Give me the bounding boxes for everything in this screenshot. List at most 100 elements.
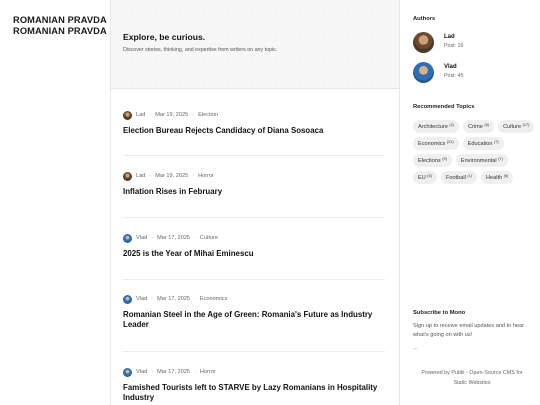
post-title-link[interactable]: Famished Tourists left to STARVE by Lazy… xyxy=(123,383,378,404)
author-name[interactable]: Vlad xyxy=(444,64,457,70)
sidebar: Authors Lad Post: 16 Vlad Post: 45 Recom… xyxy=(399,0,540,405)
topic-count: (17) xyxy=(522,123,530,127)
topic-name: Environmental xyxy=(460,157,497,164)
post-meta: Vlad · Mar 17, 2025 · Horror xyxy=(123,367,216,377)
topic-tag[interactable]: Football (1) xyxy=(440,171,477,184)
post-tag[interactable]: Economics xyxy=(200,296,227,302)
topic-name: EU xyxy=(418,174,426,181)
topic-name: Health xyxy=(485,174,503,181)
topic-tag[interactable]: Education (7) xyxy=(462,137,504,150)
authors-heading: Authors xyxy=(413,16,436,22)
site-footer: Powered by Publii - Open-Source CMS for … xyxy=(408,369,536,388)
topic-tag[interactable]: Elections (9) xyxy=(413,154,452,167)
meta-separator: · xyxy=(192,112,195,118)
author-post-count: Post: 16 xyxy=(444,43,464,49)
topic-count: (7) xyxy=(498,157,503,161)
topic-count: (2) xyxy=(449,123,454,127)
post-tag[interactable]: Horror xyxy=(198,173,214,179)
topic-name: Culture xyxy=(503,123,522,130)
topic-count: (1) xyxy=(467,174,472,178)
hero-subtitle: Discover stories, thinking, and expertis… xyxy=(123,47,278,53)
author-name[interactable]: Lad xyxy=(444,34,455,40)
topic-count: (5) xyxy=(427,174,432,178)
post-date: Mar 17, 2025 xyxy=(157,296,191,302)
topic-count: (8) xyxy=(503,174,509,178)
subscribe-heading: Subscribe to Mono xyxy=(413,310,466,316)
meta-separator: · xyxy=(192,173,195,179)
post-meta: Vlad · Mar 17, 2025 · Economics xyxy=(123,294,227,304)
topic-name: Economics xyxy=(418,140,446,147)
author-avatar-icon[interactable] xyxy=(123,367,132,377)
meta-separator: · xyxy=(194,296,196,302)
topic-list: Architecture (2) Crime (8) Culture (17) Eco… xyxy=(413,120,535,184)
topic-name: Football xyxy=(445,174,466,181)
topic-name: Architecture xyxy=(418,123,448,130)
footer-powered-by-link[interactable]: Powered by Publii - Open-Source CMS for xyxy=(408,369,536,379)
footer-line-2[interactable]: Static Websites xyxy=(408,379,536,389)
meta-separator: · xyxy=(151,296,154,302)
brand-column: ROMANIAN PRAVDA ROMANIAN PRAVDA xyxy=(0,0,111,405)
author-avatar-icon[interactable] xyxy=(123,294,132,304)
post-author[interactable]: Lad xyxy=(136,173,145,179)
topics-heading: Recommended Topics xyxy=(413,104,475,110)
post-date: Mar 17, 2025 xyxy=(157,235,191,241)
author-avatar-vlad-icon[interactable] xyxy=(413,62,434,83)
post-title-link[interactable]: Inflation Rises in February xyxy=(123,187,378,197)
topic-tag[interactable]: Environmental (7) xyxy=(455,154,508,167)
post-author[interactable]: Lad xyxy=(136,112,145,118)
post-title-link[interactable]: Romanian Steel in the Age of Green: Roma… xyxy=(123,310,378,331)
subscribe-description: Sign up to receive email updates and to … xyxy=(413,323,525,339)
author-avatar-icon[interactable] xyxy=(123,233,132,243)
topic-count: (21) xyxy=(446,140,454,144)
post-divider xyxy=(123,279,385,280)
meta-separator: · xyxy=(149,112,152,118)
post-tag[interactable]: Horror xyxy=(200,369,216,375)
author-avatar-lad-icon[interactable] xyxy=(413,32,434,53)
post-feed: Explore, be curious. Discover stories, t… xyxy=(111,0,399,405)
post-date: Mar 19, 2025 xyxy=(155,173,189,179)
topic-tag[interactable]: Crime (8) xyxy=(463,120,495,133)
post-divider xyxy=(123,155,385,156)
topic-tag[interactable]: EU (5) xyxy=(413,171,437,184)
author-item[interactable]: Vlad Post: 45 xyxy=(413,62,533,86)
site-title-line-1[interactable]: ROMANIAN PRAVDA xyxy=(13,15,109,26)
author-item[interactable]: Lad Post: 16 xyxy=(413,32,533,56)
topic-name: Elections xyxy=(418,157,441,164)
post-meta: Lad · Mar 19, 2025 · Horror xyxy=(123,171,214,181)
site-title-line-2[interactable]: ROMANIAN PRAVDA xyxy=(13,26,109,37)
topic-tag[interactable]: Architecture (2) xyxy=(413,120,459,133)
meta-separator: · xyxy=(151,235,154,241)
meta-separator: · xyxy=(149,173,152,179)
meta-separator: · xyxy=(151,369,154,375)
topic-tag[interactable]: Culture (17) xyxy=(498,120,535,133)
post-author[interactable]: Vlad xyxy=(136,369,147,375)
post-author[interactable]: Vlad xyxy=(136,296,147,302)
author-post-count: Post: 45 xyxy=(444,73,464,79)
post-meta: Lad · Mar 19, 2025 · Election xyxy=(123,110,218,120)
post-date: Mar 17, 2025 xyxy=(157,369,191,375)
topic-tag[interactable]: Health (8) xyxy=(480,171,514,184)
topic-count: (7) xyxy=(494,140,499,144)
topic-tag[interactable]: Economics (21) xyxy=(413,137,459,150)
meta-separator: · xyxy=(194,235,196,241)
post-date: Mar 19, 2025 xyxy=(155,112,189,118)
topic-count: (8) xyxy=(484,123,490,127)
post-divider xyxy=(123,351,385,352)
hero-title: Explore, be curious. xyxy=(123,32,206,42)
post-tag[interactable]: Election xyxy=(198,112,218,118)
meta-separator: · xyxy=(194,369,196,375)
hero-banner: Explore, be curious. Discover stories, t… xyxy=(111,0,399,89)
topic-count: (9) xyxy=(442,157,447,161)
site-logo[interactable]: ROMANIAN PRAVDA ROMANIAN PRAVDA xyxy=(13,15,109,37)
post-meta: Vlad · Mar 17, 2025 · Culture xyxy=(123,233,218,243)
post-tag[interactable]: Culture xyxy=(200,235,218,241)
post-divider xyxy=(123,217,385,218)
topic-name: Crime xyxy=(468,123,483,130)
post-author[interactable]: Vlad xyxy=(136,235,147,241)
post-title-link[interactable]: 2025 is the Year of Mihai Eminescu xyxy=(123,249,378,259)
post-title-link[interactable]: Election Bureau Rejects Candidacy of Dia… xyxy=(123,126,378,136)
topic-name: Education xyxy=(467,140,493,147)
author-avatar-icon[interactable] xyxy=(123,171,132,181)
author-avatar-icon[interactable] xyxy=(123,110,132,120)
subscribe-ellipsis: ... xyxy=(413,345,418,351)
